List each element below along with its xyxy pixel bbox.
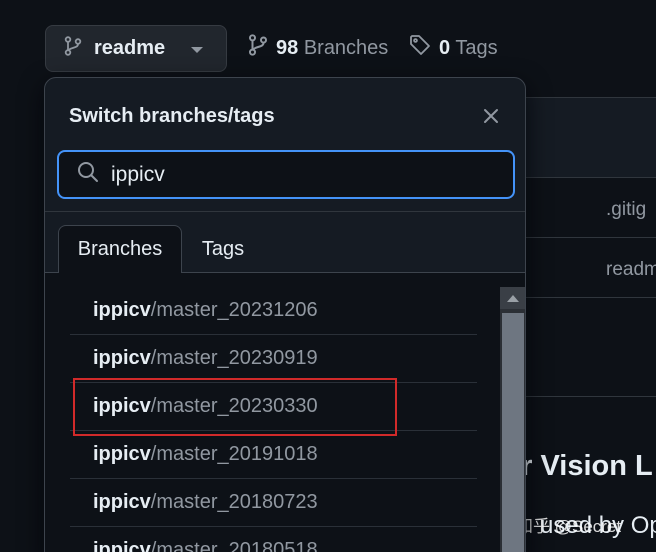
branch-search-box[interactable] — [57, 150, 515, 199]
branches-count: 98 — [276, 36, 299, 59]
file-name[interactable]: .gitig — [606, 199, 646, 221]
tags-label: Tags — [455, 36, 498, 59]
git-branch-icon — [64, 36, 82, 61]
file-name[interactable]: readm — [606, 259, 656, 281]
git-branch-icon — [248, 34, 268, 62]
tab-tags[interactable]: Tags — [188, 225, 258, 273]
list-item[interactable]: ippicv/master_20191018 — [70, 431, 477, 479]
list-item[interactable]: ippicv/master_20230330 — [70, 383, 477, 431]
tags-link[interactable]: 0 Tags — [409, 34, 498, 62]
branch-prefix: ippicv — [93, 443, 151, 465]
list-item[interactable]: ippicv/master_20230919 — [70, 335, 477, 383]
branch-prefix: ippicv — [93, 299, 151, 321]
list-item[interactable]: ippicv/master_20231206 — [70, 287, 477, 335]
list-scrollbar[interactable] — [500, 287, 525, 552]
divider — [45, 211, 525, 212]
branch-prefix: ippicv — [93, 491, 151, 513]
chevron-down-icon — [191, 46, 204, 53]
search-icon — [77, 161, 99, 188]
branch-select-button[interactable]: readme — [45, 25, 227, 72]
branch-select-label: readme — [94, 37, 166, 59]
tag-icon — [409, 34, 431, 62]
branches-label: Branches — [303, 36, 389, 59]
list-item[interactable]: ippicv/master_20180518 — [70, 527, 477, 552]
branch-suffix: /master_20191018 — [150, 443, 318, 465]
branch-suffix: /master_20231206 — [150, 299, 318, 321]
close-icon[interactable] — [477, 102, 505, 130]
branch-suffix: /master_20230330 — [150, 395, 318, 417]
branches-link[interactable]: 98 Branches — [248, 34, 388, 62]
branch-prefix: ippicv — [93, 395, 151, 417]
scroll-thumb[interactable] — [502, 313, 524, 552]
branch-suffix: /master_20230919 — [150, 347, 318, 369]
tab-branches[interactable]: Branches — [58, 225, 182, 273]
branch-search-input[interactable] — [111, 162, 471, 187]
branch-switcher-dropdown: Switch branches/tags Branches Tags ippic… — [44, 77, 526, 552]
dropdown-title: Switch branches/tags — [69, 105, 275, 127]
readme-heading: er Vision L — [505, 450, 653, 482]
branch-suffix: /master_20180723 — [150, 491, 318, 513]
scroll-up-arrow-icon[interactable] — [500, 287, 525, 309]
branch-suffix: /master_20180518 — [150, 539, 318, 552]
branch-prefix: ippicv — [93, 539, 151, 552]
list-item[interactable]: ippicv/master_20180723 — [70, 479, 477, 527]
branch-prefix: ippicv — [93, 347, 151, 369]
tags-count: 0 — [439, 36, 451, 59]
watermark: 知乎 @Secret — [516, 517, 622, 536]
